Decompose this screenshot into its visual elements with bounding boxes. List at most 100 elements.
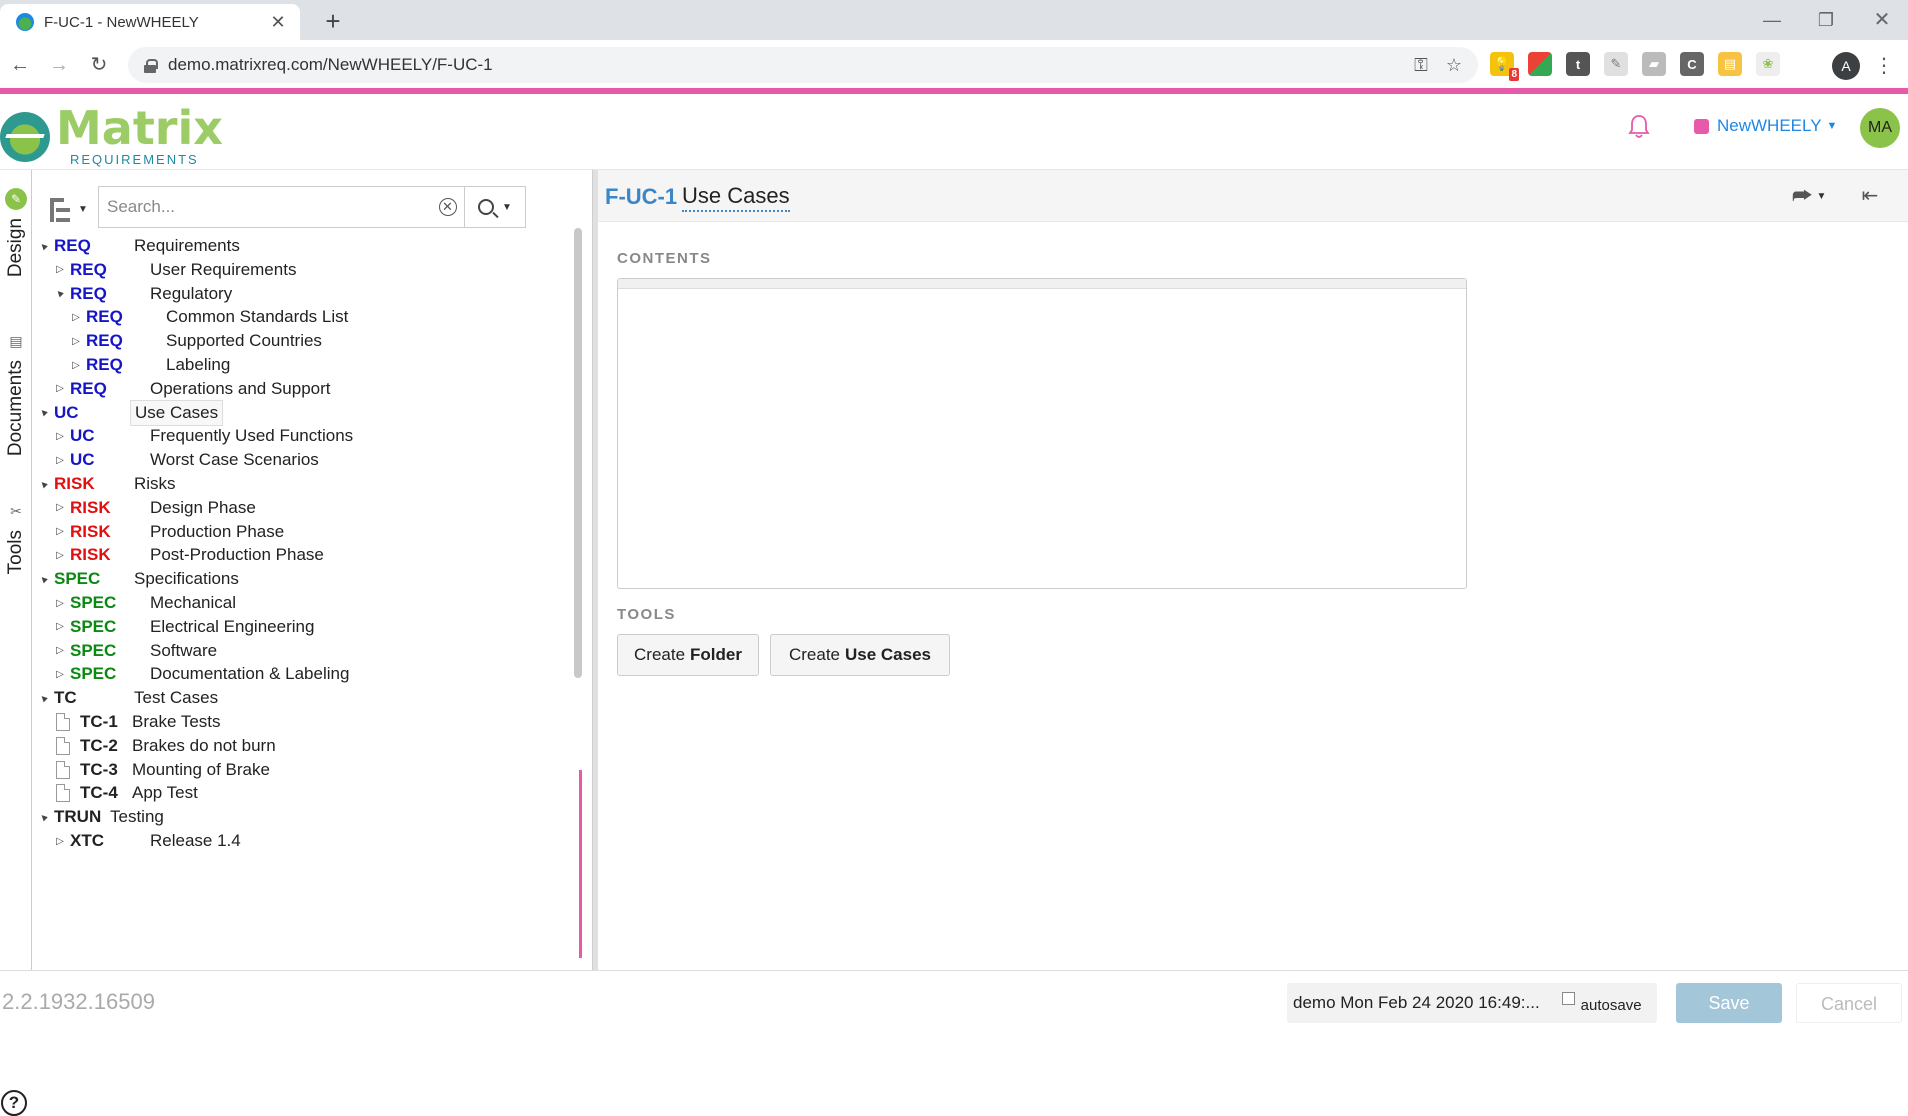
- collapsed-twisty-icon[interactable]: ▷: [54, 383, 66, 394]
- create-folder-button[interactable]: Create Folder: [617, 634, 759, 676]
- tree-item-title: Production Phase: [150, 521, 285, 541]
- collapsed-twisty-icon[interactable]: ▷: [54, 550, 66, 561]
- search-button[interactable]: ▼: [465, 187, 525, 227]
- pencil-icon: ✎: [5, 188, 27, 210]
- expanded-twisty-icon[interactable]: ▲: [36, 690, 52, 706]
- collapsed-twisty-icon[interactable]: ▷: [54, 645, 66, 656]
- rail-tab-design[interactable]: ✎ Design: [0, 188, 32, 277]
- browser-profile-avatar[interactable]: A: [1832, 52, 1860, 80]
- tree-folder-row[interactable]: ▷ XTC Release 1.4: [54, 827, 245, 855]
- collapsed-twisty-icon[interactable]: ▷: [54, 526, 66, 537]
- lightbulb-extension-icon[interactable]: 💡 8: [1490, 52, 1519, 81]
- app-header: Matrix REQUIREMENTS NewWHEELY ▼ MA: [0, 94, 1908, 170]
- browser-menu-icon[interactable]: ⋮: [1874, 52, 1894, 80]
- collapsed-twisty-icon[interactable]: ▷: [54, 264, 66, 275]
- collapsed-twisty-icon[interactable]: ▷: [54, 621, 66, 632]
- document-icon: ▤: [9, 332, 23, 349]
- address-bar[interactable]: demo.matrixreq.com/NewWHEELY/F-UC-1 ⚿ ☆: [128, 47, 1478, 83]
- item-id[interactable]: F-UC-1: [605, 184, 677, 210]
- tools-label: TOOLS: [617, 606, 676, 623]
- item-title[interactable]: Use Cases: [682, 183, 790, 212]
- clear-icon[interactable]: ✕: [431, 187, 465, 227]
- collapsed-twisty-icon[interactable]: ▷: [54, 836, 66, 847]
- tree-item-title: Requirements: [134, 236, 240, 255]
- project-name: NewWHEELY: [1717, 116, 1822, 135]
- leaf-extension-icon[interactable]: ❀: [1756, 52, 1780, 76]
- collapsed-twisty-icon[interactable]: ▷: [54, 669, 66, 680]
- autosave-checkbox[interactable]: [1561, 991, 1575, 1005]
- collapsed-twisty-icon[interactable]: ▷: [70, 360, 82, 371]
- matrix-logo[interactable]: Matrix REQUIREMENTS: [0, 102, 223, 167]
- google-extension-icon[interactable]: [1528, 52, 1552, 76]
- expanded-twisty-icon[interactable]: ▲: [36, 238, 52, 254]
- bell-icon[interactable]: [1628, 114, 1650, 140]
- expanded-twisty-icon[interactable]: ▲: [36, 571, 52, 587]
- back-arrow-icon[interactable]: ←: [6, 51, 34, 79]
- new-tab-icon[interactable]: +: [318, 6, 348, 36]
- close-tab-icon[interactable]: ✕: [268, 12, 288, 33]
- bookmark-star-icon[interactable]: ☆: [1446, 55, 1462, 76]
- project-selector[interactable]: NewWHEELY ▼: [1694, 116, 1837, 136]
- document-icon: [56, 736, 70, 755]
- tree-category-tag: UC: [54, 402, 79, 422]
- footer: 2.2.1932.16509 demo Mon Feb 24 2020 16:4…: [0, 970, 1908, 1026]
- reload-icon[interactable]: ↻: [85, 51, 113, 79]
- collapsed-twisty-icon[interactable]: ▷: [54, 431, 66, 442]
- chat-extension-icon[interactable]: ▰: [1642, 52, 1666, 76]
- tree-item-title: Brake Tests: [132, 712, 221, 731]
- tree-item-title: Brakes do not burn: [132, 735, 276, 755]
- save-button[interactable]: Save: [1676, 983, 1782, 1023]
- tree-scrollbar[interactable]: [574, 228, 582, 678]
- search-input[interactable]: [99, 187, 431, 227]
- rail-tab-documents[interactable]: ▤ Documents: [0, 330, 32, 457]
- expanded-twisty-icon[interactable]: ▲: [36, 809, 52, 825]
- contents-editor[interactable]: [617, 278, 1467, 589]
- version-text: 2.2.1932.16509: [2, 989, 155, 1014]
- tree-item-title: Risks: [134, 474, 176, 493]
- share-icon[interactable]: ⮫ ▼: [1792, 183, 1832, 208]
- tree-item-title: Post-Production Phase: [150, 545, 324, 565]
- tumblr-extension-icon[interactable]: t: [1566, 52, 1590, 76]
- logo-subtitle: REQUIREMENTS: [70, 152, 199, 167]
- create-use-cases-button[interactable]: Create Use Cases: [770, 634, 950, 676]
- status-box: demo Mon Feb 24 2020 16:49:... autosave: [1287, 983, 1657, 1023]
- minimize-window-icon[interactable]: —: [1752, 6, 1792, 34]
- expanded-twisty-icon[interactable]: ▲: [36, 476, 52, 492]
- contents-label: CONTENTS: [617, 250, 712, 267]
- user-avatar[interactable]: MA: [1860, 108, 1900, 148]
- rail-tab-tools[interactable]: ✂ Tools: [0, 500, 32, 575]
- collapse-panel-icon[interactable]: ⇤: [1856, 182, 1884, 210]
- document-icon: [56, 760, 70, 779]
- tree-item-title: Specifications: [134, 569, 239, 589]
- close-window-icon[interactable]: ✕: [1862, 6, 1902, 34]
- extensions-area: 💡 8 t ✎ ▰ C ▤ ❀: [1490, 52, 1780, 81]
- expanded-twisty-icon[interactable]: ▲: [36, 404, 52, 420]
- tree-item-title: Test Cases: [134, 688, 219, 708]
- yellow-extension-icon[interactable]: ▤: [1718, 52, 1742, 76]
- item-header: F-UC-1 Use Cases ⮫ ▼ ⇤: [598, 170, 1908, 222]
- restore-window-icon[interactable]: ❐: [1806, 6, 1846, 34]
- collapsed-twisty-icon[interactable]: ▷: [54, 598, 66, 609]
- collapsed-twisty-icon[interactable]: ▷: [70, 336, 82, 347]
- tree-category-tag: UC: [70, 450, 95, 470]
- tree-item-title: Labeling: [166, 355, 231, 374]
- key-icon[interactable]: ⚿: [1414, 55, 1428, 76]
- tree-panel: ▼ ✕ ▼ ▲REQRequirements▷REQUser Requireme…: [32, 170, 592, 970]
- expanded-twisty-icon[interactable]: ▲: [52, 285, 68, 301]
- collapsed-twisty-icon[interactable]: ▷: [54, 455, 66, 466]
- tree-category-tag: TC: [54, 688, 77, 708]
- book-extension-icon[interactable]: ✎: [1604, 52, 1628, 76]
- tree-category-tag: REQ: [70, 259, 107, 279]
- cancel-button[interactable]: Cancel: [1796, 983, 1902, 1023]
- tree-item-title: Mounting of Brake: [132, 759, 270, 779]
- collapsed-twisty-icon[interactable]: ▷: [70, 312, 82, 323]
- c-extension-icon[interactable]: C: [1680, 52, 1704, 76]
- tree-filter-icon[interactable]: ▼: [44, 194, 90, 224]
- help-icon[interactable]: ?: [1, 1090, 27, 1116]
- collapsed-twisty-icon[interactable]: ▷: [54, 502, 66, 513]
- browser-tab[interactable]: F-UC-1 - NewWHEELY ✕: [0, 4, 300, 40]
- favicon-icon: [16, 13, 34, 31]
- forward-arrow-icon[interactable]: →: [45, 51, 73, 79]
- tree-category-tag: REQ: [70, 283, 107, 303]
- tools-icon: ✂: [10, 502, 22, 519]
